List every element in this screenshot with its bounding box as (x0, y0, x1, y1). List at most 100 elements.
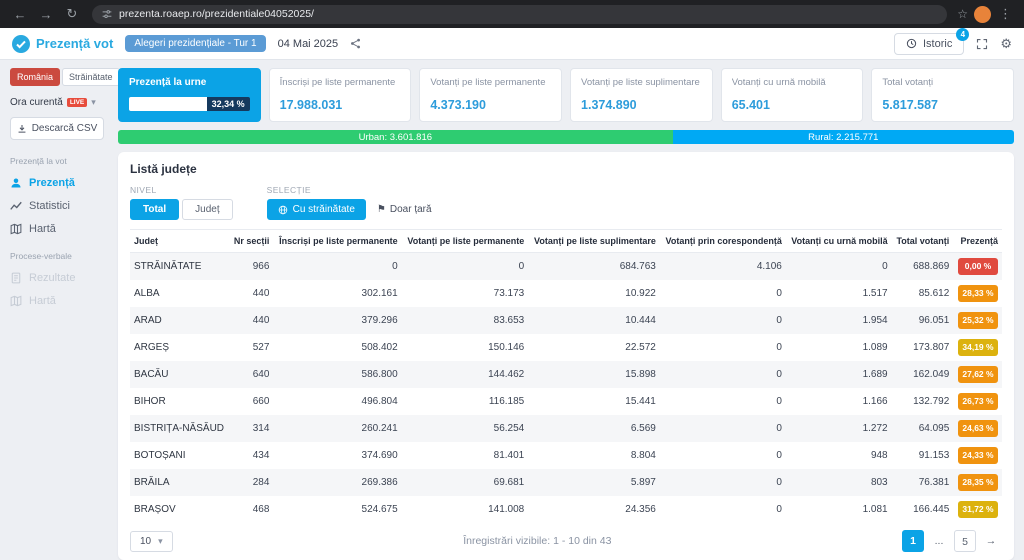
number-cell: 81.401 (493, 450, 525, 461)
page-button-5[interactable]: 5 (954, 530, 976, 552)
bookmark-star-icon[interactable]: ☆ (957, 7, 968, 21)
country-tabs: România Străinătate (10, 68, 120, 86)
sidebar-item-harta-pv[interactable]: Hartă (10, 295, 104, 307)
number-cell: 434 (252, 450, 270, 461)
col-votanti-ls[interactable]: Votanți pe liste suplimentare (528, 229, 660, 253)
doar-tara-button[interactable]: ⚑ Doar țară (369, 200, 440, 219)
sidebar-item-label: Statistici (29, 200, 70, 212)
col-judet[interactable]: Județ (130, 229, 230, 253)
sidebar-item-statistici[interactable]: Statistici (10, 200, 104, 212)
number-cell: 586.800 (273, 361, 402, 388)
share-icon[interactable] (350, 38, 361, 49)
sidebar-item-rezultate[interactable]: Rezultate (10, 272, 104, 284)
page-button-1[interactable]: 1 (902, 530, 924, 552)
settings-gear-icon[interactable]: ⚙ (1000, 36, 1012, 52)
presence-cell: 26,73 % (953, 388, 1002, 415)
table-row[interactable]: BACĂU 640 586.800 144.462 15.898 0 1.689 162.04… (130, 361, 1002, 388)
forward-icon[interactable]: → (36, 7, 56, 22)
page-size-select[interactable]: 10 ▾ (130, 530, 173, 552)
col-prezenta[interactable]: Prezență (953, 229, 1002, 253)
nivel-judet-button[interactable]: Județ (182, 199, 233, 220)
address-bar[interactable]: prezenta.roaep.ro/prezidentiale04052025/ (92, 4, 948, 24)
number-cell: 948 (870, 450, 888, 461)
nivel-total-button[interactable]: Total (130, 199, 180, 220)
back-icon[interactable]: ← (10, 7, 30, 22)
number-cell: 56.254 (401, 415, 529, 442)
judete-panel: Listă județe NIVEL Total Județ SELECȚIE (118, 152, 1014, 560)
site-info-icon[interactable] (102, 9, 112, 19)
number-cell: 141.008 (488, 504, 525, 515)
table-row[interactable]: BRĂILA 284 269.386 69.681 5.897 0 803 76.381 28,… (130, 469, 1002, 496)
number-cell: 144.462 (401, 361, 529, 388)
presence-badge: 24,33 % (958, 447, 998, 464)
number-cell: 640 (229, 361, 274, 388)
number-cell: 1.272 (785, 415, 892, 442)
number-cell: 8.804 (630, 450, 656, 461)
download-csv-button[interactable]: Descarcă CSV (10, 117, 104, 140)
istoric-button[interactable]: 4 Istoric (894, 27, 970, 55)
number-cell: 22.572 (625, 342, 656, 353)
number-cell: 132.792 (913, 396, 950, 407)
turnout-card[interactable]: Prezență la urne 32,34 % (118, 68, 261, 122)
pagination: 1 ... 5 → (902, 530, 1002, 552)
col-total-votanti[interactable]: Total votanți (891, 229, 954, 253)
number-cell: 0 (659, 307, 786, 334)
presence-badge: 27,62 % (958, 366, 998, 383)
number-cell: 0 (776, 396, 782, 407)
sidebar-item-harta[interactable]: Hartă (10, 223, 104, 235)
number-cell: 688.869 (891, 252, 954, 280)
table-row[interactable]: ARGEȘ 527 508.402 150.146 22.572 0 1.089 173.80… (130, 334, 1002, 361)
number-cell: 116.185 (488, 396, 525, 407)
chevron-down-icon: ▾ (158, 535, 163, 546)
table-row[interactable]: STRĂINĂTATE 966 0 0 684.763 4.106 0 688.869 0,00… (130, 252, 1002, 280)
table-row[interactable]: ARAD 440 379.296 83.653 10.444 0 1.954 96.051 25… (130, 307, 1002, 334)
table-row[interactable]: BOTOȘANI 434 374.690 81.401 8.804 0 948 91.153 2… (130, 442, 1002, 469)
judete-table-body: STRĂINĂTATE 966 0 0 684.763 4.106 0 688.869 0,00… (130, 252, 1002, 524)
sidebar-item-prezenta[interactable]: Prezență (10, 177, 104, 189)
next-page-button[interactable]: → (980, 530, 1002, 552)
number-cell: 0 (659, 469, 786, 496)
number-cell: 91.153 (918, 450, 950, 461)
col-votanti-lp[interactable]: Votanți pe liste permanente (401, 229, 529, 253)
flag-icon: ⚑ (376, 204, 386, 215)
live-badge: LIVE (66, 98, 88, 107)
number-cell: 64.095 (891, 415, 954, 442)
col-votanti-urna-mobila[interactable]: Votanți cu urnă mobilă (785, 229, 892, 253)
table-row[interactable]: ALBA 440 302.161 73.173 10.922 0 1.517 85.612 28… (130, 280, 1002, 307)
doar-tara-label: Doar țară (389, 204, 432, 215)
time-filter-label: Ora curentă (10, 97, 63, 108)
presence-cell: 27,62 % (953, 361, 1002, 388)
stat-card-value: 65.401 (731, 98, 770, 112)
sidebar-item-label: Prezență (29, 177, 75, 189)
refresh-icon[interactable]: ↻ (62, 6, 82, 22)
urban-segment: Urban: 3.601.816 (118, 130, 673, 144)
tab-romania[interactable]: România (10, 68, 61, 86)
time-filter-select[interactable]: Ora curentă LIVE ▾ (10, 97, 104, 108)
presence-badge: 28,33 % (958, 285, 998, 302)
app-logo[interactable]: Prezență vot (12, 34, 113, 53)
col-inscrisi-lp[interactable]: Înscriși pe liste permanente (273, 229, 402, 253)
profile-avatar[interactable] (974, 5, 991, 23)
number-cell: 0 (776, 288, 782, 299)
browser-menu-icon[interactable]: ⋮ (997, 6, 1014, 22)
section-title-procese-verbale: Procese-verbale (10, 251, 72, 261)
col-votanti-corespondenta[interactable]: Votanți prin corespondență (659, 229, 786, 253)
number-cell: 284 (229, 469, 274, 496)
presence-cell: 28,35 % (953, 469, 1002, 496)
col-nr-sectii[interactable]: Nr secții (229, 229, 274, 253)
fullscreen-icon[interactable] (976, 38, 988, 50)
table-row[interactable]: BIHOR 660 496.804 116.185 15.441 0 1.166 132.79… (130, 388, 1002, 415)
summary-cards: Prezență la urne 32,34 % Înscriși pe lis… (118, 68, 1015, 122)
cu-strainatate-button[interactable]: Cu străinătate (266, 199, 366, 220)
table-header-row: Județ Nr secții Înscriși pe liste perman… (130, 229, 1002, 253)
presence-cell: 34,19 % (953, 334, 1002, 361)
stat-card: Total votanți 5.817.587 (871, 68, 1015, 122)
table-row[interactable]: BRAȘOV 468 524.675 141.008 24.356 0 1.081 166.4… (130, 496, 1002, 523)
number-cell: 508.402 (361, 342, 398, 353)
page-ellipsis: ... (934, 535, 944, 547)
sidebar-item-label: Hartă (29, 223, 56, 235)
urban-rural-bar: Urban: 3.601.816 Rural: 2.215.771 (118, 130, 1014, 144)
table-row[interactable]: BISTRIȚA-NĂSĂUD 314 260.241 56.254 6.569 0 1.2… (130, 415, 1002, 442)
tab-strainatate[interactable]: Străinătate (62, 68, 120, 86)
number-cell: 496.804 (361, 396, 398, 407)
